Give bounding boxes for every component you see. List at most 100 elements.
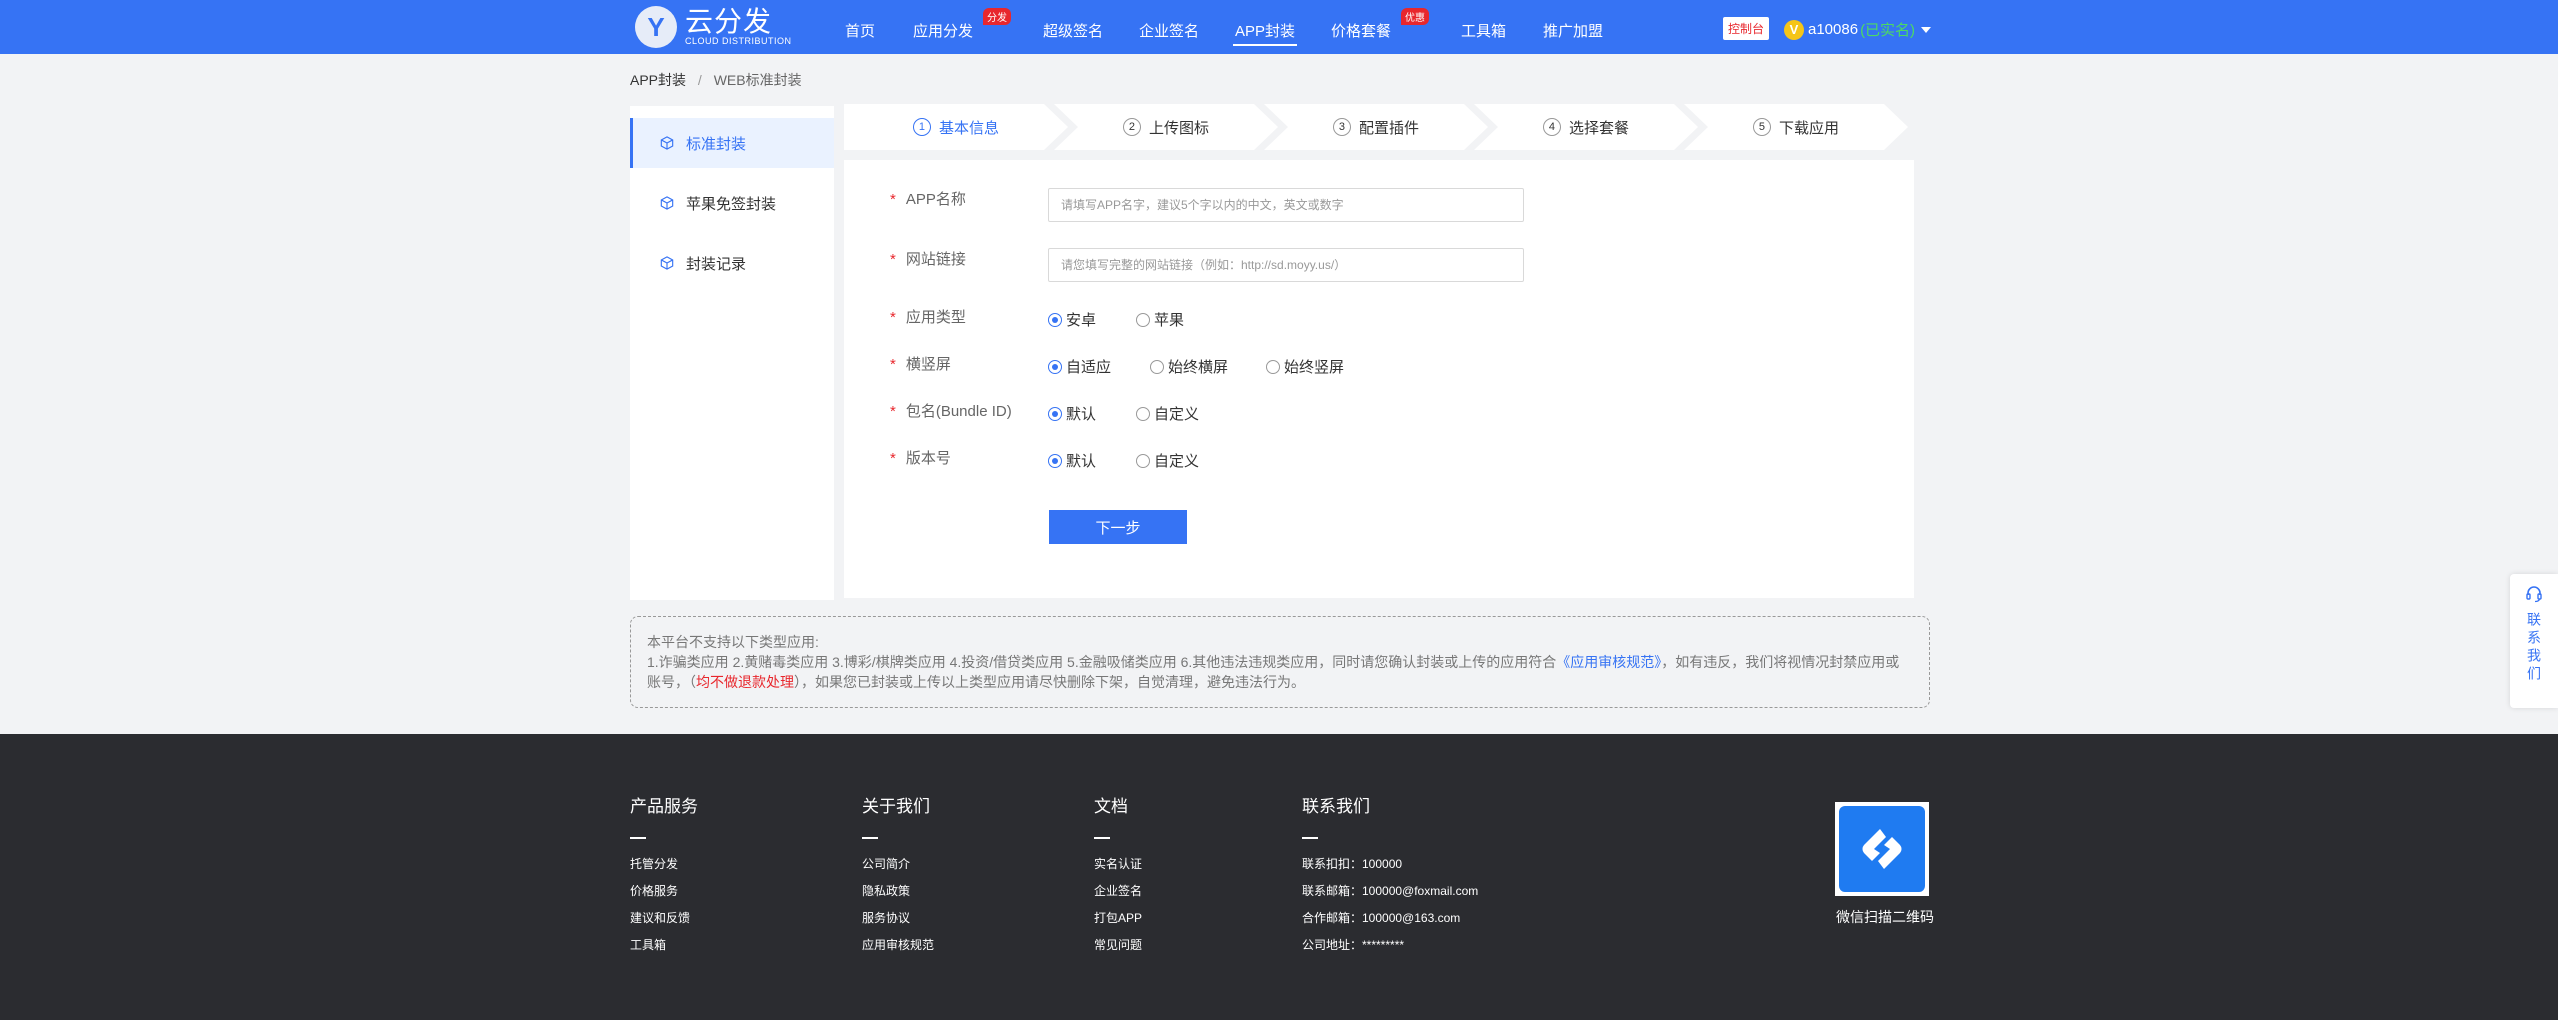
no-refund-text: 均不做退款处理 — [696, 674, 794, 690]
footer-link[interactable]: 隐私政策 — [862, 878, 934, 905]
divider — [630, 837, 646, 839]
contact-us-float-button[interactable]: 联系我们 — [2510, 574, 2558, 708]
nav-badge: 分发 — [983, 8, 1011, 25]
radio-dot-icon — [1150, 359, 1164, 374]
radio-dot-icon — [1048, 453, 1062, 468]
package-form: *APP名称 *网站链接 *应用类型 安卓 苹果 *横竖屏 自适应 始终横屏 始… — [844, 160, 1914, 598]
notice-line-1: 本平台不支持以下类型应用: — [647, 634, 819, 650]
partner-email: 合作邮箱：100000@163.com — [1302, 911, 1461, 925]
step-number: 1 — [912, 118, 931, 136]
username: a10086 — [1808, 21, 1859, 38]
nav-super-sign[interactable]: 超级签名 — [1043, 20, 1103, 41]
radio-version-default[interactable]: 默认 — [1048, 450, 1096, 471]
console-button[interactable]: 控制台 — [1723, 17, 1770, 40]
step-basic-info: 1 基本信息 — [844, 104, 1068, 150]
footer-link[interactable]: 打包APP — [1094, 905, 1142, 932]
contact-email: 联系邮箱：100000@foxmail.com — [1302, 884, 1479, 898]
nav-pricing[interactable]: 价格套餐 优惠 — [1331, 8, 1429, 41]
nav-app-distribution[interactable]: 应用分发 分发 — [913, 8, 1011, 41]
radio-ios[interactable]: 苹果 — [1136, 309, 1184, 330]
sidemenu-item-standard-package[interactable]: 标准封装 — [630, 118, 834, 168]
footer-link[interactable]: 价格服务 — [630, 878, 698, 905]
footer-col-about: 关于我们 公司简介 隐私政策 服务协议 应用审核规范 — [862, 792, 934, 959]
nav-toolbox[interactable]: 工具箱 — [1461, 20, 1506, 41]
step-upload-icon: 2 上传图标 — [1054, 104, 1278, 150]
footer-link[interactable]: 企业签名 — [1094, 878, 1142, 905]
divider — [1302, 837, 1318, 839]
verified-status: (已实名) — [1860, 22, 1916, 39]
breadcrumb-root[interactable]: APP封装 — [630, 72, 686, 88]
review-policy-link[interactable]: 《应用审核规范》 — [1556, 654, 1661, 670]
radio-version-custom[interactable]: 自定义 — [1136, 450, 1199, 471]
footer-link[interactable]: 工具箱 — [630, 932, 698, 959]
footer-col-docs: 文档 实名认证 企业签名 打包APP 常见问题 — [1094, 792, 1142, 959]
breadcrumb-separator: / — [697, 72, 702, 88]
notice-line-2: 1.诈骗类应用 2.黄赌毒类应用 3.博彩/棋牌类应用 4.投资/借贷类应用 5… — [647, 654, 1900, 670]
policy-notice: 本平台不支持以下类型应用: 1.诈骗类应用 2.黄赌毒类应用 3.博彩/棋牌类应… — [630, 616, 1930, 708]
step-label: 上传图标 — [1148, 119, 1209, 137]
contact-qq: 联系扣扣：100000 — [1302, 857, 1403, 871]
sidemenu-item-label: 封装记录 — [686, 255, 747, 273]
website-label: * 网站链接 — [890, 251, 966, 268]
footer-link[interactable]: 托管分发 — [630, 851, 698, 878]
side-menu: 标准封装 苹果免签封装 封装记录 — [630, 106, 834, 600]
radio-dot-icon — [1048, 312, 1062, 327]
vip-icon: V — [1784, 19, 1804, 40]
app-name-input[interactable] — [1048, 188, 1524, 222]
radio-dot-icon — [1136, 406, 1150, 421]
notice-line-3: 账号，（均不做退款处理），如果您已封装或上传以上类型应用请尽快删除下架，自觉清理… — [647, 674, 1305, 690]
step-number: 3 — [1332, 118, 1351, 136]
radio-portrait[interactable]: 始终竖屏 — [1266, 356, 1344, 377]
step-label: 基本信息 — [938, 119, 999, 137]
contact-us-label: 联系我们 — [2526, 612, 2542, 684]
footer-col-title: 文档 — [1094, 797, 1128, 816]
radio-bundle-default[interactable]: 默认 — [1048, 403, 1096, 424]
sidemenu-item-apple-nosign[interactable]: 苹果免签封装 — [630, 178, 834, 228]
progress-steps: 1 基本信息 2 上传图标 3 配置插件 4 选择套餐 5 下载应用 — [844, 104, 1914, 150]
footer-col-products: 产品服务 托管分发 价格服务 建议和反馈 工具箱 — [630, 792, 698, 959]
sidemenu-item-label: 标准封装 — [686, 135, 747, 153]
step-number: 2 — [1122, 118, 1141, 136]
step-label: 选择套餐 — [1568, 119, 1629, 137]
app-name-label: * APP名称 — [890, 191, 966, 208]
cube-icon — [660, 196, 674, 210]
website-input[interactable] — [1048, 248, 1524, 282]
nav-badge: 优惠 — [1401, 8, 1429, 25]
footer-col-title: 产品服务 — [630, 797, 698, 816]
footer-link[interactable]: 公司简介 — [862, 851, 934, 878]
step-download-app: 5 下载应用 — [1684, 104, 1908, 150]
footer-col-contact: 联系我们 联系扣扣：100000 联系邮箱：100000@foxmail.com… — [1302, 792, 1478, 959]
nav-affiliate[interactable]: 推广加盟 — [1543, 20, 1603, 41]
footer-link[interactable]: 实名认证 — [1094, 851, 1142, 878]
nav-enterprise-sign[interactable]: 企业签名 — [1139, 20, 1199, 41]
step-label: 下载应用 — [1778, 119, 1839, 137]
sidemenu-item-package-records[interactable]: 封装记录 — [630, 238, 834, 288]
top-navbar: Y 云分发 CLOUD DISTRIBUTION 首页 应用分发 分发 超级签名… — [0, 0, 2558, 54]
nav-label: 应用分发 — [913, 23, 974, 40]
footer-link[interactable]: 常见问题 — [1094, 932, 1142, 959]
step-choose-plan: 4 选择套餐 — [1474, 104, 1698, 150]
radio-landscape[interactable]: 始终横屏 — [1150, 356, 1228, 377]
user-menu[interactable]: V a10086 (已实名) — [1784, 19, 1932, 40]
footer-link[interactable]: 应用审核规范 — [862, 932, 934, 959]
logo-title: 云分发 — [685, 5, 773, 37]
breadcrumb: APP封装 / WEB标准封装 — [630, 70, 802, 90]
nav-app-package[interactable]: APP封装 — [1232, 20, 1298, 46]
site-logo[interactable]: Y 云分发 CLOUD DISTRIBUTION — [635, 6, 792, 48]
app-type-label: * 应用类型 — [890, 309, 966, 326]
footer-link[interactable]: 建议和反馈 — [630, 905, 698, 932]
nav-home[interactable]: 首页 — [845, 20, 875, 41]
cube-icon — [660, 136, 674, 150]
radio-adaptive[interactable]: 自适应 — [1048, 356, 1111, 377]
radio-dot-icon — [1048, 359, 1062, 374]
radio-dot-icon — [1048, 406, 1062, 421]
sidemenu-item-label: 苹果免签封装 — [686, 195, 777, 213]
footer-link[interactable]: 服务协议 — [862, 905, 934, 932]
step-config-plugin: 3 配置插件 — [1264, 104, 1488, 150]
radio-android[interactable]: 安卓 — [1048, 309, 1096, 330]
next-step-button[interactable]: 下一步 — [1049, 510, 1187, 544]
footer-col-title: 联系我们 — [1302, 797, 1370, 816]
radio-bundle-custom[interactable]: 自定义 — [1136, 403, 1199, 424]
company-address: 公司地址：********* — [1302, 938, 1405, 952]
cube-icon — [660, 256, 674, 270]
